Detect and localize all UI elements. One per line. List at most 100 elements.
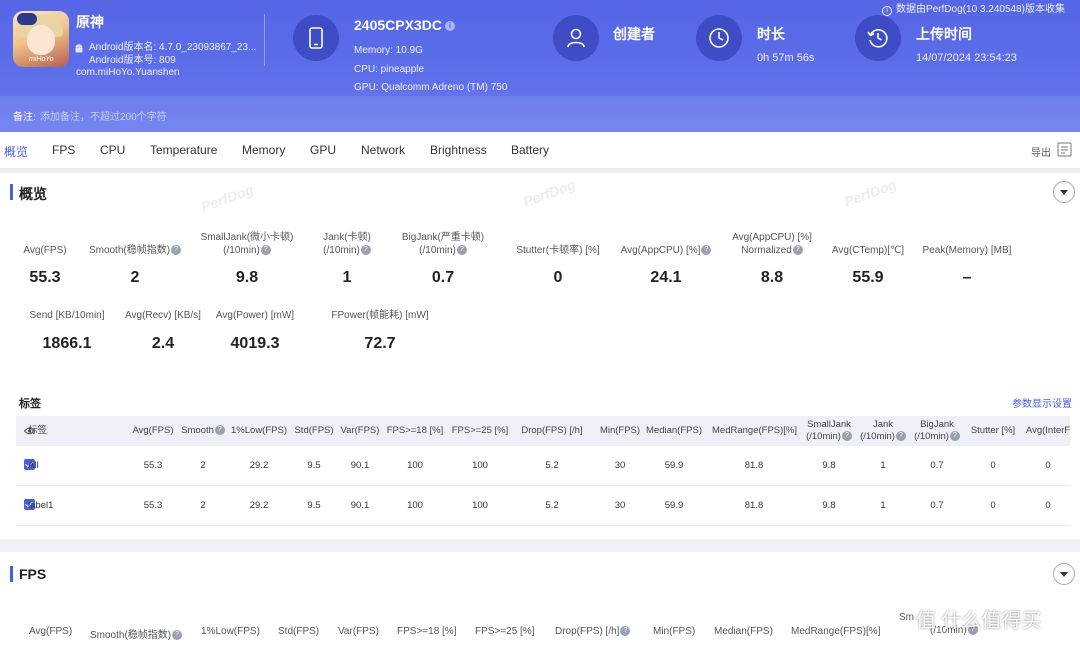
table-header-cell: Avg(InterF bbox=[1006, 425, 1080, 437]
table-header-text: MedRange(FPS)[%] bbox=[712, 425, 798, 436]
metric-label: FPower(帧能耗) [mW] bbox=[310, 309, 450, 322]
app-icon-brand: miHoYo bbox=[29, 56, 54, 63]
metric-label-line: (/10min) bbox=[323, 245, 360, 256]
device-name: 2405CPX3DC i bbox=[354, 17, 455, 33]
table-header-text: (/10min) bbox=[806, 431, 841, 442]
table-header-text: FPS>=18 [%] bbox=[386, 425, 444, 436]
tags-table-header: 标签 Avg(FPS) Smooth? 1%Low(FPS) Std(FPS) Var(F… bbox=[16, 416, 1070, 446]
note-input[interactable]: 添加备注，不超过200个字符 bbox=[40, 108, 167, 123]
help-icon[interactable]: ? bbox=[456, 245, 467, 256]
header-divider bbox=[264, 14, 265, 66]
metric-label: Peak(Memory) [MB] bbox=[897, 244, 1037, 257]
help-icon[interactable]: ? bbox=[360, 245, 371, 256]
fps-title: FPS bbox=[19, 566, 47, 582]
header-info-row: miHoYo 原神 Android版本名: 4.7.0_23093867_23.… bbox=[0, 0, 1080, 96]
metric-value: 72.7 bbox=[364, 335, 396, 352]
fps-metric-label-text: FPS>=25 [%] bbox=[475, 626, 535, 637]
section-marker bbox=[10, 566, 13, 582]
corner-watermark: 值 什么值得买 bbox=[916, 610, 1042, 632]
table-header-cell: 标签 bbox=[28, 425, 88, 437]
table-cell: 81.8 bbox=[744, 500, 764, 511]
overview-title: 概览 bbox=[19, 186, 47, 202]
tags-title: 标签 bbox=[19, 398, 41, 410]
table-header-text: Drop(FPS) [/h] bbox=[521, 425, 583, 436]
tab-battery[interactable]: Battery bbox=[511, 143, 549, 157]
metric-label-line: FPower(帧能耗) [mW] bbox=[331, 310, 429, 321]
upload-time-title: 上传时间 bbox=[916, 26, 972, 42]
table-header-text: (/10min) bbox=[860, 431, 895, 442]
table-row[interactable]: label1 55.3 2 29.2 9.5 90.1 100 100 5.2 30 59.9 81.… bbox=[16, 486, 1070, 526]
metric-label-line: BigJank(严重卡顿) bbox=[401, 232, 485, 243]
app-name: 原神 bbox=[76, 14, 104, 30]
table-cell: label1 bbox=[28, 500, 54, 511]
fps-metric-label: MedRange(FPS)[%] bbox=[791, 626, 880, 637]
watermark: PerfDog bbox=[841, 176, 899, 210]
export-label[interactable]: 导出 bbox=[1031, 144, 1051, 159]
watermark: PerfDog bbox=[520, 176, 578, 210]
note-bar: 备注: 添加备注，不超过200个字符 bbox=[0, 96, 1080, 132]
param-settings-link[interactable]: 参数显示设置 bbox=[1012, 395, 1072, 410]
table-cell: 59.9 bbox=[664, 460, 684, 471]
metric-value: – bbox=[962, 269, 972, 286]
tab-cpu[interactable]: CPU bbox=[100, 143, 125, 157]
fps-metric-label-text: Smooth(稳帧指数) bbox=[90, 630, 172, 641]
fps-metric-label-text: Drop(FPS) [/h] bbox=[555, 626, 620, 637]
table-header-cell: Median(FPS) bbox=[632, 425, 716, 437]
collapse-overview-button[interactable] bbox=[1053, 181, 1075, 203]
table-cell: 0 bbox=[1045, 460, 1051, 471]
table-cell: 0 bbox=[1045, 500, 1051, 511]
fps-metric-label-text: Min(FPS) bbox=[653, 626, 696, 637]
tab-overview[interactable]: 概览 bbox=[4, 143, 28, 160]
metric-label-line: Normalized bbox=[741, 245, 792, 256]
tab-bar: 概览 FPS CPU Temperature Memory GPU Networ… bbox=[0, 132, 1080, 169]
clock-icon bbox=[696, 15, 742, 61]
tab-fps[interactable]: FPS bbox=[52, 143, 75, 157]
table-header-text: FPS>=25 [%] bbox=[451, 425, 509, 436]
metric-label-line: (/10min) bbox=[419, 245, 456, 256]
metric-label-line: Avg(CTemp)[℃] bbox=[831, 245, 905, 256]
tab-network[interactable]: Network bbox=[361, 143, 405, 157]
fps-metric-label: FPS>=25 [%] bbox=[475, 626, 534, 637]
metric-label-line: Avg(AppCPU) [%] bbox=[732, 232, 812, 243]
table-row[interactable]: All 55.3 2 29.2 9.5 90.1 100 100 5.2 30 59.9 81.8 9.… bbox=[16, 446, 1070, 486]
fps-metric-label: Smooth(稳帧指数)? bbox=[90, 626, 183, 641]
help-icon[interactable]: ? bbox=[172, 630, 183, 641]
fps-metric-label: Avg(FPS) bbox=[29, 626, 72, 637]
info-icon: i bbox=[882, 6, 892, 16]
app-version-code: Android版本号: 809 bbox=[89, 55, 176, 66]
metric-label-line: Avg(Power) [mW] bbox=[215, 310, 295, 321]
metric-label-line: Avg(FPS) bbox=[23, 245, 67, 256]
fps-metric-label: Median(FPS) bbox=[714, 626, 773, 637]
fps-metric-label: Std(FPS) bbox=[278, 626, 319, 637]
tab-temperature[interactable]: Temperature bbox=[150, 143, 217, 157]
fps-metric-label: Drop(FPS) [/h]? bbox=[555, 626, 631, 637]
device-cpu: CPU: pineapple bbox=[354, 64, 425, 75]
creator-title: 创建者 bbox=[613, 26, 655, 42]
table-header-text: Smooth bbox=[181, 425, 214, 436]
collapse-fps-button[interactable] bbox=[1053, 563, 1075, 585]
fps-metric-label: Var(FPS) bbox=[338, 626, 379, 637]
table-cell: 81.8 bbox=[744, 460, 764, 471]
metric-label-line: Jank(卡顿) bbox=[323, 232, 371, 243]
tab-memory[interactable]: Memory bbox=[242, 143, 285, 157]
fps-metric-label-text: MedRange(FPS)[%] bbox=[791, 626, 881, 637]
table-header-text: (/10min) bbox=[914, 431, 949, 442]
table-header-text: Avg(InterF bbox=[1025, 425, 1071, 436]
device-memory: Memory: 10.9G bbox=[354, 45, 423, 56]
help-icon[interactable]: ? bbox=[260, 245, 271, 256]
table-header-text: Jank bbox=[872, 419, 894, 430]
help-icon[interactable]: ? bbox=[620, 626, 631, 637]
tab-gpu[interactable]: GPU bbox=[310, 143, 336, 157]
fps-metric-label-text: Var(FPS) bbox=[338, 626, 379, 637]
tab-brightness[interactable]: Brightness bbox=[430, 143, 487, 157]
metric-label-line: Stutter(卡顿率) [%] bbox=[516, 245, 600, 256]
fps-metric-label: FPS>=18 [%] bbox=[397, 626, 456, 637]
fps-metric-label: Min(FPS) bbox=[653, 626, 695, 637]
table-header-text: BigJank bbox=[920, 419, 954, 430]
device-info-icon[interactable]: i bbox=[444, 21, 455, 32]
export-icon[interactable] bbox=[1057, 142, 1072, 157]
table-header-cell: MedRange(FPS)[%] bbox=[712, 425, 798, 437]
watermark: PerfDog bbox=[198, 181, 256, 215]
fps-metric-label-text: Avg(FPS) bbox=[29, 626, 73, 637]
metric-label-line: Peak(Memory) [MB] bbox=[922, 245, 1012, 256]
